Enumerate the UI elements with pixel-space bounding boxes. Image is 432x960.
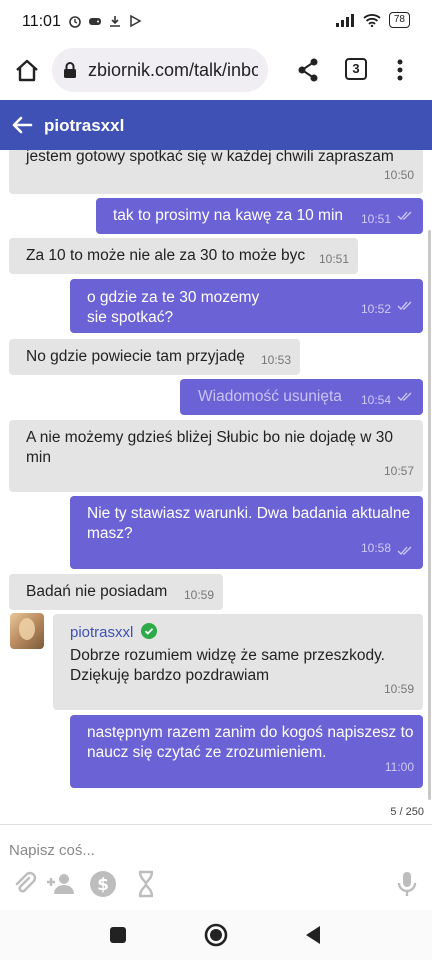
message-time: 10:52 (360, 302, 391, 316)
back-nav-icon[interactable] (300, 922, 326, 948)
more-vert-icon[interactable] (392, 56, 408, 84)
microphone-icon[interactable] (392, 869, 422, 899)
message-text: tak to prosimy na kawę za 10 min (113, 207, 344, 224)
message-time: 10:59 (383, 682, 414, 696)
message-outgoing: następnym razem zanim do kogoś napiszesz… (70, 715, 423, 788)
battery-indicator: 78 (388, 12, 410, 28)
message-incoming: A nie możemy gdzieś bliżej Słubic bo nie… (9, 420, 423, 492)
message-incoming: jestem gotowy spotkać się w każdej chwil… (9, 150, 423, 194)
tab-switcher-button[interactable]: 3 (345, 58, 367, 80)
paperclip-icon[interactable] (10, 869, 40, 899)
signal-icon (335, 14, 354, 27)
message-time: 10:51 (360, 212, 391, 226)
message-outgoing: tak to prosimy na kawę za 10 min 10:51 (96, 198, 423, 234)
message-outgoing: o gdzie za te 30 mozemy sie spotkać? 10:… (70, 279, 423, 333)
chat-header: piotrasxxl (0, 100, 432, 150)
message-text: Wiadomość usunięta (198, 388, 342, 405)
message-time: 10:54 (360, 393, 391, 407)
dollar-icon[interactable]: $ (88, 869, 118, 899)
alarm-icon (69, 16, 81, 28)
hourglass-icon[interactable] (131, 869, 161, 899)
chat-title: piotrasxxl (44, 116, 125, 135)
message-text: jestem gotowy spotkać się w każdej chwil… (26, 150, 394, 165)
read-checkmark-icon (397, 211, 412, 220)
message-text: następnym razem zanim do kogoś napiszesz… (87, 724, 414, 761)
avatar[interactable] (10, 613, 44, 649)
message-incoming: Badań nie posiadam 10:59 (9, 574, 223, 610)
read-checkmark-icon (397, 301, 412, 310)
message-incoming-with-sender: piotrasxxl Dobrze rozumiem widzę że same… (53, 614, 423, 710)
message-time: 10:59 (183, 588, 214, 602)
message-text: Za 10 to może nie ale za 30 to może byc (26, 247, 306, 264)
status-bar: 11:01 78 (0, 0, 432, 46)
read-checkmark-icon (397, 546, 412, 555)
game-icon (89, 18, 101, 25)
system-status-icons: 78 (335, 12, 410, 28)
message-sender[interactable]: piotrasxxl (70, 623, 133, 643)
add-person-icon[interactable] (44, 869, 78, 899)
message-time: 11:00 (384, 760, 414, 774)
system-nav-bar (0, 910, 432, 960)
browser-toolbar: zbiornik.com/talk/inbo 3 (0, 46, 432, 98)
message-text: Dobrze rozumiem widzę że same przeszkody… (70, 647, 385, 684)
address-bar[interactable]: zbiornik.com/talk/inbo (52, 48, 268, 92)
message-time: 10:50 (383, 168, 414, 182)
message-time: 10:58 (360, 541, 391, 555)
message-list[interactable]: jestem gotowy spotkać się w każdej chwil… (0, 150, 432, 824)
message-counter: 5 / 250 (390, 806, 424, 818)
message-outgoing: Nie ty stawiasz warunki. Dwa badania akt… (70, 496, 423, 569)
svg-text:$: $ (97, 875, 109, 895)
message-time: 10:53 (260, 353, 291, 367)
message-text: A nie możemy gdzieś bliżej Słubic bo nie… (26, 429, 394, 466)
verified-badge-icon (141, 623, 157, 639)
wifi-icon (363, 14, 381, 27)
download-icon (110, 16, 120, 27)
message-time: 10:51 (318, 252, 349, 266)
play-store-icon (130, 14, 142, 28)
share-icon[interactable] (294, 56, 322, 84)
status-time: 11:01 (22, 13, 61, 30)
url-text: zbiornik.com/talk/inbo (88, 60, 258, 80)
lock-icon (64, 62, 76, 78)
message-input[interactable] (0, 833, 432, 867)
message-text: Badań nie posiadam (26, 583, 168, 600)
recents-icon[interactable] (105, 922, 131, 948)
compose-area: $ (0, 824, 432, 910)
message-text: o gdzie za te 30 mozemy sie spotkać? (87, 289, 260, 326)
message-text: No gdzie powiecie tam przyjadę (26, 348, 245, 365)
message-incoming: Za 10 to może nie ale za 30 to może byc … (9, 238, 358, 274)
scrollbar[interactable] (428, 230, 431, 800)
message-incoming: No gdzie powiecie tam przyjadę 10:53 (9, 339, 300, 375)
message-time: 10:57 (383, 464, 414, 478)
message-outgoing-deleted: Wiadomość usunięta 10:54 (180, 379, 423, 415)
back-arrow-icon[interactable] (10, 113, 34, 137)
home-nav-icon[interactable] (203, 922, 229, 948)
read-checkmark-icon (397, 392, 412, 401)
home-icon[interactable] (12, 56, 42, 86)
notification-icons (68, 14, 142, 28)
